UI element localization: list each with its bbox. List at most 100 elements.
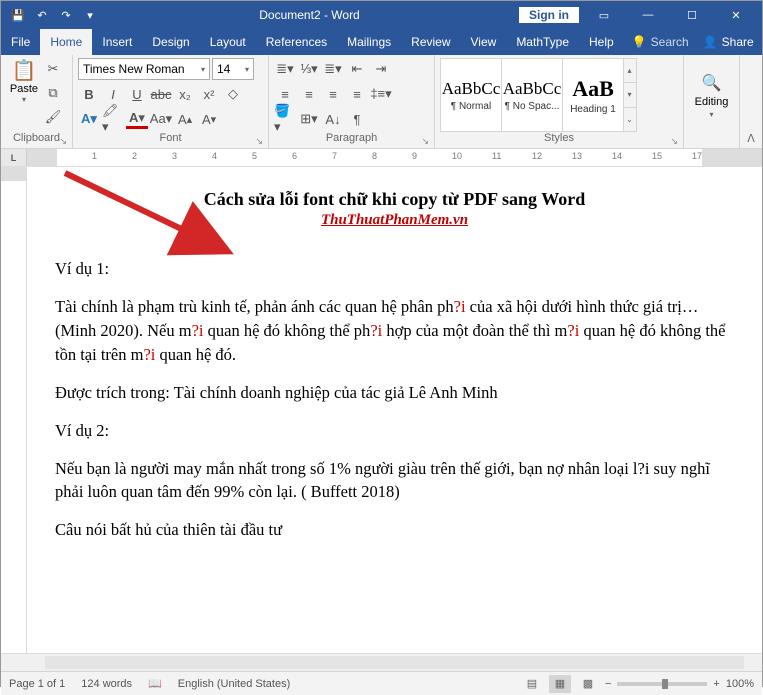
font-color-button[interactable]: A▾ bbox=[126, 109, 148, 129]
tab-references[interactable]: References bbox=[256, 29, 337, 55]
title-bar: 💾 ↶ ↷ ▾ Document2 - Word Sign in ▭ ― ☐ ✕ bbox=[1, 1, 762, 29]
sort-button[interactable]: A↓ bbox=[322, 108, 344, 130]
tab-review[interactable]: Review bbox=[401, 29, 460, 55]
zoom-out-button[interactable]: − bbox=[605, 678, 611, 690]
font-size-value: 14 bbox=[217, 62, 230, 76]
styles-expand-icon[interactable]: ⌄ bbox=[623, 108, 636, 131]
multilevel-list-button[interactable]: ≣▾ bbox=[322, 58, 344, 80]
sign-in-button[interactable]: Sign in bbox=[518, 6, 580, 24]
page[interactable]: Cách sửa lỗi font chữ khi copy từ PDF sa… bbox=[27, 167, 762, 653]
tab-insert[interactable]: Insert bbox=[92, 29, 142, 55]
italic-button[interactable]: I bbox=[102, 83, 124, 105]
paragraph-launcher-icon[interactable]: ↘ bbox=[421, 136, 429, 147]
tab-layout[interactable]: Layout bbox=[200, 29, 256, 55]
minimize-icon[interactable]: ― bbox=[628, 2, 668, 28]
style-name: ¶ Normal bbox=[451, 101, 491, 112]
maximize-icon[interactable]: ☐ bbox=[672, 2, 712, 28]
style-no-spacing[interactable]: AaBbCc ¶ No Spac... bbox=[501, 58, 563, 132]
zoom-in-button[interactable]: + bbox=[713, 678, 719, 690]
tab-design[interactable]: Design bbox=[142, 29, 199, 55]
grow-font-button[interactable]: A▴ bbox=[174, 108, 196, 130]
paragraph[interactable]: Nếu bạn là người may mắn nhất trong số 1… bbox=[55, 457, 734, 505]
superscript-button[interactable]: x² bbox=[198, 83, 220, 105]
paragraph[interactable]: Tài chính là phạm trù kinh tế, phản ánh … bbox=[55, 295, 734, 367]
shading-button[interactable]: 🪣▾ bbox=[274, 108, 296, 130]
strikethrough-button[interactable]: abc bbox=[150, 83, 172, 105]
increase-indent-button[interactable]: ⇥ bbox=[370, 58, 392, 80]
view-print-layout-icon[interactable]: ▦ bbox=[549, 675, 571, 693]
font-name-selector[interactable]: Times New Roman▾ bbox=[78, 58, 210, 80]
bullets-button[interactable]: ≣▾ bbox=[274, 58, 296, 80]
align-center-button[interactable]: ≡ bbox=[298, 83, 320, 105]
font-launcher-icon[interactable]: ↘ bbox=[255, 136, 263, 147]
numbering-button[interactable]: ⅓▾ bbox=[298, 58, 320, 80]
paragraph[interactable]: Được trích trong: Tài chính doanh nghiệp… bbox=[55, 381, 734, 405]
styles-up-icon[interactable]: ▴ bbox=[623, 59, 636, 83]
tab-mathtype[interactable]: MathType bbox=[506, 29, 579, 55]
ruler-horizontal[interactable]: L 123 456 789 101112 131415 17 bbox=[1, 149, 762, 167]
redo-icon[interactable]: ↷ bbox=[55, 4, 77, 26]
tab-file[interactable]: File bbox=[1, 29, 40, 55]
ribbon-display-options-icon[interactable]: ▭ bbox=[584, 2, 624, 28]
copy-icon[interactable]: ⧉ bbox=[42, 82, 64, 104]
style-sample: AaB bbox=[572, 76, 614, 102]
page-viewport[interactable]: Cách sửa lỗi font chữ khi copy từ PDF sa… bbox=[27, 167, 762, 653]
align-left-button[interactable]: ≡ bbox=[274, 83, 296, 105]
tab-selector[interactable]: L bbox=[1, 149, 27, 166]
underline-button[interactable]: U bbox=[126, 83, 148, 105]
view-web-layout-icon[interactable]: ▩ bbox=[577, 675, 599, 693]
undo-icon[interactable]: ↶ bbox=[31, 4, 53, 26]
justify-button[interactable]: ≡ bbox=[346, 83, 368, 105]
share-button[interactable]: 👤 Share bbox=[689, 29, 763, 55]
format-painter-icon[interactable]: 🖌 bbox=[42, 106, 64, 128]
highlight-button[interactable]: 🖍▾ bbox=[102, 108, 124, 130]
line-spacing-button[interactable]: ‡≡▾ bbox=[370, 83, 392, 105]
view-read-mode-icon[interactable]: ▤ bbox=[521, 675, 543, 693]
group-styles: AaBbCc ¶ Normal AaBbCc ¶ No Spac... AaB … bbox=[435, 55, 684, 148]
group-editing: 🔍 Editing ▾ bbox=[684, 55, 740, 148]
tell-me-search[interactable]: 💡 Search bbox=[632, 29, 689, 55]
document-body[interactable]: Ví dụ 1: Tài chính là phạm trù kinh tế, … bbox=[55, 257, 734, 542]
status-spellcheck-icon[interactable]: 📖 bbox=[148, 677, 162, 690]
borders-button[interactable]: ⊞▾ bbox=[298, 108, 320, 130]
tab-view[interactable]: View bbox=[461, 29, 507, 55]
ruler-vertical[interactable] bbox=[1, 167, 27, 653]
styles-down-icon[interactable]: ▾ bbox=[623, 83, 636, 107]
change-case-button[interactable]: Aa▾ bbox=[150, 108, 172, 130]
font-size-selector[interactable]: 14▾ bbox=[212, 58, 254, 80]
status-word-count[interactable]: 124 words bbox=[81, 678, 132, 690]
shrink-font-button[interactable]: A▾ bbox=[198, 108, 220, 130]
paste-button[interactable]: 📋 Paste ▾ bbox=[6, 58, 42, 132]
document-subtitle: ThuThuatPhanMem.vn bbox=[55, 212, 734, 229]
paragraph[interactable]: Câu nói bất hủ của thiên tài đầu tư bbox=[55, 518, 734, 542]
status-page[interactable]: Page 1 of 1 bbox=[9, 678, 65, 690]
styles-launcher-icon[interactable]: ↘ bbox=[670, 136, 678, 147]
paragraph[interactable]: Ví dụ 1: bbox=[55, 257, 734, 281]
tab-help[interactable]: Help bbox=[579, 29, 624, 55]
zoom-slider[interactable] bbox=[617, 682, 707, 686]
save-icon[interactable]: 💾 bbox=[7, 4, 29, 26]
horizontal-scrollbar[interactable] bbox=[1, 653, 762, 671]
find-icon[interactable]: 🔍 bbox=[701, 72, 723, 94]
align-right-button[interactable]: ≡ bbox=[322, 83, 344, 105]
tab-mailings[interactable]: Mailings bbox=[337, 29, 401, 55]
clear-formatting-icon[interactable]: ◇ bbox=[222, 83, 244, 105]
show-hide-button[interactable]: ¶ bbox=[346, 108, 368, 130]
paragraph[interactable]: Ví dụ 2: bbox=[55, 419, 734, 443]
decrease-indent-button[interactable]: ⇤ bbox=[346, 58, 368, 80]
zoom-level[interactable]: 100% bbox=[726, 678, 754, 690]
document-area: Cách sửa lỗi font chữ khi copy từ PDF sa… bbox=[1, 167, 762, 653]
text-effects-button[interactable]: A▾ bbox=[78, 108, 100, 130]
qat-customize-icon[interactable]: ▾ bbox=[79, 4, 101, 26]
cut-icon[interactable]: ✂ bbox=[42, 58, 64, 80]
subscript-button[interactable]: x₂ bbox=[174, 83, 196, 105]
bold-button[interactable]: B bbox=[78, 83, 100, 105]
clipboard-launcher-icon[interactable]: ↘ bbox=[59, 136, 67, 147]
style-normal[interactable]: AaBbCc ¶ Normal bbox=[440, 58, 502, 132]
collapse-ribbon-icon[interactable]: ᐱ bbox=[747, 132, 755, 145]
close-icon[interactable]: ✕ bbox=[716, 2, 756, 28]
status-language[interactable]: English (United States) bbox=[178, 678, 291, 690]
tab-home[interactable]: Home bbox=[40, 29, 92, 55]
style-heading-1[interactable]: AaB Heading 1 bbox=[562, 58, 624, 132]
editing-dropdown-icon[interactable]: ▾ bbox=[709, 110, 713, 119]
